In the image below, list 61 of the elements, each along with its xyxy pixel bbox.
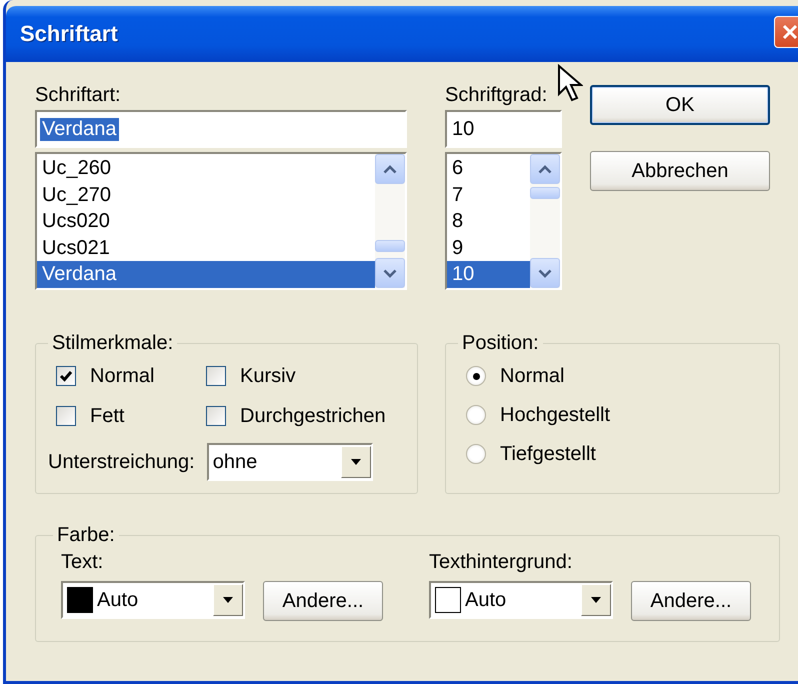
checkbox-label: Durchgestrichen	[240, 404, 386, 428]
font-size-field[interactable]: 10	[445, 110, 562, 148]
list-item[interactable]: 8	[447, 208, 530, 234]
color-dropdown[interactable]: Auto	[429, 581, 613, 619]
radio-label: Tiefgestellt	[500, 442, 596, 466]
radio-label: Hochgestellt	[500, 404, 610, 426]
checkbox-label: Kursiv	[240, 364, 296, 388]
scroll-thumb[interactable]	[375, 240, 405, 252]
list-item[interactable]: Ucs020	[37, 208, 375, 234]
list-item[interactable]: 10	[447, 261, 530, 288]
checkbox-label: Fett	[90, 404, 124, 428]
close-icon	[782, 24, 798, 40]
list-item[interactable]: 9	[447, 234, 530, 261]
ok-button[interactable]: OK	[590, 85, 770, 125]
underline-dropdown[interactable]: ohne	[206, 443, 373, 481]
check-icon	[59, 370, 73, 382]
checkbox[interactable]	[56, 406, 76, 426]
scroll-up-button[interactable]	[375, 154, 405, 184]
mouse-pointer-icon	[557, 64, 583, 102]
color-dropdown[interactable]: Auto	[61, 581, 245, 619]
list-item[interactable]: Uc_260	[37, 155, 375, 182]
caret-down-icon	[383, 268, 397, 278]
caret-down-icon	[350, 458, 362, 466]
list-item[interactable]: Verdana	[37, 261, 375, 288]
group-title: Position:	[461, 332, 540, 355]
caret-down-icon	[222, 596, 234, 604]
checkbox-label: Normal	[90, 364, 154, 388]
radio-button[interactable]	[466, 405, 486, 425]
radio-label: Normal	[500, 364, 564, 388]
checkbox[interactable]	[206, 366, 226, 386]
caret-down-icon	[590, 596, 602, 604]
more-colors-button[interactable]: Andere...	[631, 581, 751, 621]
scrollbar[interactable]	[530, 154, 560, 288]
cancel-button[interactable]: Abbrechen	[590, 151, 770, 191]
field-label: Unterstreichung:	[48, 450, 195, 474]
group-title: Farbe:	[56, 524, 116, 547]
field-label: Schriftgrad:	[445, 84, 548, 108]
scrollbar[interactable]	[375, 154, 405, 288]
close-button[interactable]	[774, 16, 798, 48]
list-item[interactable]: Uc_270	[37, 182, 375, 208]
caret-down-icon	[538, 268, 552, 278]
checkbox[interactable]	[206, 406, 226, 426]
scroll-down-button[interactable]	[375, 258, 405, 288]
list-item[interactable]: 7	[447, 182, 530, 208]
font-name-field[interactable]: Verdana	[35, 110, 407, 148]
radio-button[interactable]	[466, 444, 486, 464]
field-label: Text:	[61, 551, 104, 575]
checkbox[interactable]	[56, 366, 76, 386]
caret-up-icon	[383, 164, 397, 174]
group-title: Stilmerkmale:	[51, 332, 174, 355]
scroll-down-button[interactable]	[530, 258, 560, 288]
list-item[interactable]: 6	[447, 155, 530, 182]
scroll-up-button[interactable]	[530, 154, 560, 184]
caret-up-icon	[538, 164, 552, 174]
more-colors-button[interactable]: Andere...	[263, 581, 383, 621]
list-item[interactable]: Ucs021	[37, 234, 375, 261]
field-label: Schriftart:	[35, 84, 122, 108]
window-title: Schriftart	[20, 21, 118, 47]
field-label: Texthintergrund:	[429, 551, 574, 575]
radio-button[interactable]	[466, 366, 486, 386]
scroll-thumb[interactable]	[530, 187, 560, 199]
